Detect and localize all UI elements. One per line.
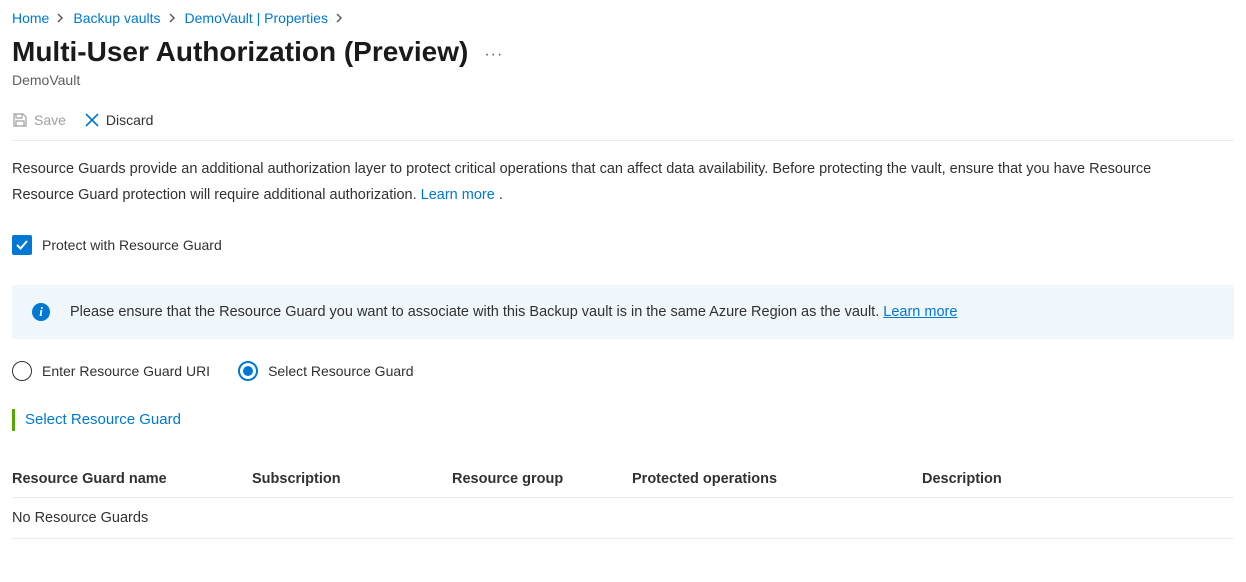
discard-button[interactable]: Discard	[84, 110, 153, 130]
info-banner-text: Please ensure that the Resource Guard yo…	[70, 304, 957, 320]
save-label: Save	[34, 112, 66, 128]
page-subtitle: DemoVault	[12, 72, 1234, 88]
breadcrumb: Home Backup vaults DemoVault | Propertie…	[12, 8, 1234, 34]
radio-select-guard-label: Select Resource Guard	[268, 363, 414, 379]
radio-enter-uri-label: Enter Resource Guard URI	[42, 363, 210, 379]
chevron-right-icon	[57, 13, 65, 23]
description-line1: Resource Guards provide an additional au…	[12, 159, 1234, 181]
table-row: No Resource Guards	[12, 498, 1234, 539]
breadcrumb-home[interactable]: Home	[12, 10, 49, 26]
radio-circle-icon	[12, 361, 32, 381]
description-line2-text: Resource Guard protection will require a…	[12, 187, 421, 203]
info-banner-message: Please ensure that the Resource Guard yo…	[70, 304, 883, 320]
save-button: Save	[12, 110, 66, 130]
accent-bar	[12, 409, 15, 431]
chevron-right-icon	[336, 13, 344, 23]
select-resource-guard-row: Select Resource Guard	[12, 409, 1234, 431]
col-header-resource-group: Resource group	[452, 471, 632, 487]
col-header-protected-ops: Protected operations	[632, 471, 922, 487]
discard-label: Discard	[106, 112, 153, 128]
toolbar: Save Discard	[12, 102, 1234, 141]
save-icon	[12, 112, 28, 128]
table-header: Resource Guard name Subscription Resourc…	[12, 461, 1234, 498]
learn-more-link[interactable]: Learn more	[421, 187, 495, 203]
close-icon	[84, 112, 100, 128]
protect-checkbox-label: Protect with Resource Guard	[42, 237, 222, 253]
radio-enter-uri[interactable]: Enter Resource Guard URI	[12, 361, 210, 381]
table-empty-message: No Resource Guards	[12, 510, 252, 526]
radio-group: Enter Resource Guard URI Select Resource…	[12, 361, 1234, 381]
col-header-name: Resource Guard name	[12, 471, 252, 487]
select-resource-guard-link[interactable]: Select Resource Guard	[25, 411, 181, 428]
col-header-subscription: Subscription	[252, 471, 452, 487]
breadcrumb-backup-vaults[interactable]: Backup vaults	[73, 10, 160, 26]
breadcrumb-demovault-properties[interactable]: DemoVault | Properties	[185, 10, 328, 26]
radio-circle-selected-icon	[238, 361, 258, 381]
checkmark-icon	[15, 238, 29, 252]
info-icon: i	[32, 303, 50, 321]
description-period: .	[495, 187, 503, 203]
info-banner: i Please ensure that the Resource Guard …	[12, 285, 1234, 339]
col-header-description: Description	[922, 471, 1234, 487]
page-title: Multi-User Authorization (Preview)	[12, 34, 468, 70]
more-icon[interactable]: ···	[484, 40, 503, 64]
chevron-right-icon	[169, 13, 177, 23]
description-line2: Resource Guard protection will require a…	[12, 185, 1234, 207]
radio-select-guard[interactable]: Select Resource Guard	[238, 361, 414, 381]
protect-checkbox[interactable]	[12, 235, 32, 255]
info-learn-more-link[interactable]: Learn more	[883, 304, 957, 320]
protect-checkbox-row: Protect with Resource Guard	[12, 235, 1234, 255]
